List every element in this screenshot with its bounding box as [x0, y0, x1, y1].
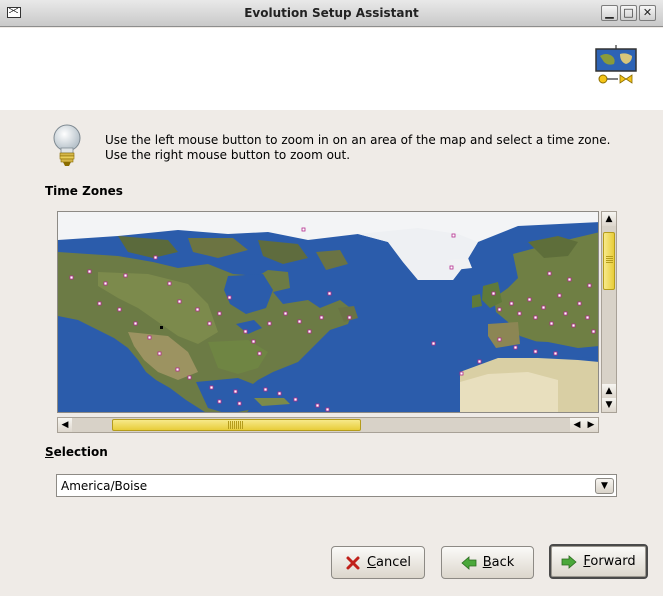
- cancel-x-icon: [346, 556, 360, 569]
- scroll-left-arrow-right-icon[interactable]: ◀: [570, 418, 584, 432]
- timezone-logo-icon: [595, 45, 637, 84]
- scroll-left-arrow-icon[interactable]: ◀: [58, 418, 72, 432]
- scroll-up-arrow-icon[interactable]: ▲: [602, 212, 616, 226]
- combo-dropdown-button[interactable]: ▼: [595, 478, 614, 494]
- map-vertical-scroll-thumb[interactable]: [603, 232, 615, 290]
- chevron-down-icon: ▼: [601, 481, 608, 491]
- cancel-button[interactable]: Cancel: [331, 546, 425, 579]
- scroll-right-arrow-icon[interactable]: ▶: [584, 418, 598, 432]
- cancel-button-label: Cancel: [366, 555, 412, 570]
- instructions-text: Use the left mouse button to zoom in on …: [105, 133, 610, 163]
- forward-button-label: Forward: [583, 554, 636, 569]
- minimize-button[interactable]: ▁: [601, 5, 618, 21]
- page-title: Timezone: [22, 53, 136, 77]
- window-title: Evolution Setup Assistant: [244, 6, 419, 20]
- close-button[interactable]: ✕: [639, 5, 656, 21]
- arrow-left-icon: [461, 555, 477, 570]
- instructions-line-1: Use the left mouse button to zoom in on …: [105, 133, 611, 147]
- instructions-line-2: Use the right mouse button to zoom out.: [105, 148, 351, 162]
- back-button-label: Back: [482, 555, 515, 570]
- time-zones-label: Time Zones: [45, 184, 123, 198]
- timezone-map[interactable]: [57, 211, 599, 413]
- scroll-down-arrow-icon[interactable]: ▼: [602, 398, 616, 412]
- selection-label-mnemonic: S: [45, 445, 54, 459]
- maximize-button[interactable]: □: [620, 5, 637, 21]
- grip-icon: [606, 256, 613, 264]
- forward-button[interactable]: Forward: [549, 544, 648, 579]
- selection-label-rest: election: [53, 445, 108, 459]
- scroll-up-arrow-bottom-icon[interactable]: ▲: [602, 384, 616, 398]
- timezone-selection-value: America/Boise: [61, 479, 148, 493]
- arrow-right-icon: [561, 554, 577, 569]
- map-vertical-scrollbar[interactable]: ▲ ▲ ▼: [601, 211, 617, 413]
- map-horizontal-scrollbar[interactable]: ◀ ◀ ▶: [57, 417, 599, 433]
- selection-label: Selection: [45, 445, 108, 459]
- map-horizontal-scroll-thumb[interactable]: [112, 419, 361, 431]
- lightbulb-icon: [53, 124, 81, 166]
- back-button[interactable]: Back: [441, 546, 534, 579]
- grip-icon: [228, 421, 244, 429]
- title-bar: Evolution Setup Assistant ▁ □ ✕: [0, 0, 663, 27]
- timezone-selection-combo[interactable]: America/Boise ▼: [56, 474, 617, 497]
